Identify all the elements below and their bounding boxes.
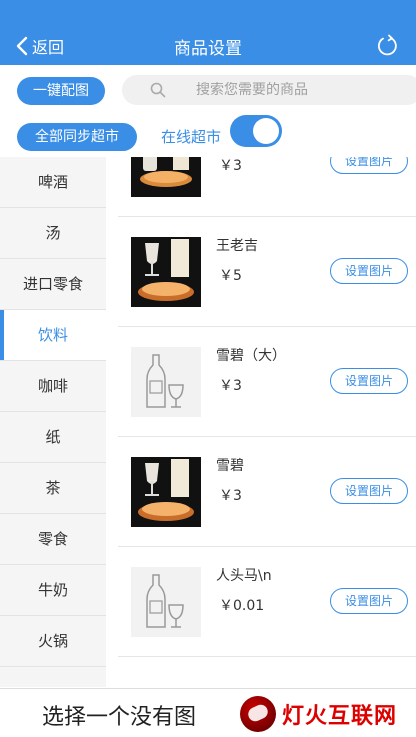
set-image-button[interactable]: 设置图片 [330,588,408,614]
product-list: ￥3 设置图片 王老吉 ￥5 设置图片 雪碧（大） ￥3 设置图片 雪碧 ￥3 … [106,157,416,687]
product-item: 雪碧（大） ￥3 设置图片 [118,327,416,437]
top-bar: 返回 商品设置 [0,0,416,65]
bottle-placeholder-icon [131,347,201,417]
category-item[interactable]: 零食 [0,514,106,565]
set-image-button[interactable]: 设置图片 [330,478,408,504]
category-item[interactable]: 火锅 [0,616,106,667]
page-title: 商品设置 [174,39,242,59]
product-price: ￥5 [219,268,242,284]
category-item[interactable]: 牛奶 [0,565,106,616]
product-name: 王老吉 [216,238,258,254]
watermark-logo-icon [240,696,276,732]
online-supermarket-label: 在线超市 [161,128,222,146]
search-box[interactable] [122,75,416,105]
category-sidebar: 啤酒 汤 进口零食 饮料 咖啡 纸 茶 零食 牛奶 火锅 [0,157,106,687]
product-photo [131,157,201,197]
product-item: ￥3 设置图片 [118,157,416,217]
refresh-icon[interactable] [376,34,400,58]
search-input[interactable] [196,82,396,98]
category-item[interactable]: 纸 [0,412,106,463]
product-name: 人头马\n [216,568,272,584]
set-image-button[interactable]: 设置图片 [330,157,408,174]
search-icon [150,82,166,98]
category-item-active[interactable]: 饮料 [0,310,106,361]
action-bar: 一键配图 全部同步超市 在线超市 [0,65,416,157]
product-photo [131,237,201,307]
product-name: 雪碧（大） [216,348,286,364]
set-image-button[interactable]: 设置图片 [330,368,408,394]
category-item[interactable]: 茶 [0,463,106,514]
product-name: 雪碧 [216,458,244,474]
category-item[interactable]: 啤酒 [0,157,106,208]
watermark-text: 灯火互联网 [282,704,398,729]
set-image-button[interactable]: 设置图片 [330,258,408,284]
caption-text: 选择一个没有图 [42,705,197,730]
product-item: 王老吉 ￥5 设置图片 [118,217,416,327]
online-supermarket-toggle[interactable] [230,115,282,147]
category-item[interactable]: 咖啡 [0,361,106,412]
sync-all-button[interactable]: 全部同步超市 [17,123,137,151]
bottle-placeholder-icon [131,567,201,637]
product-price: ￥3 [219,378,242,394]
product-price: ￥3 [219,488,242,504]
product-photo [131,457,201,527]
product-price: ￥0.01 [219,598,265,614]
product-item: 人头马\n ￥0.01 设置图片 [118,547,416,657]
category-item[interactable]: 进口零食 [0,259,106,310]
product-item: 雪碧 ￥3 设置图片 [118,437,416,547]
toggle-knob [253,118,279,144]
category-item[interactable]: 汤 [0,208,106,259]
one-key-image-button[interactable]: 一键配图 [17,77,105,105]
watermark: 灯火互联网 [240,695,410,733]
bottom-caption: 选择一个没有图 灯火互联网 [0,688,416,737]
product-price: ￥3 [219,158,242,174]
